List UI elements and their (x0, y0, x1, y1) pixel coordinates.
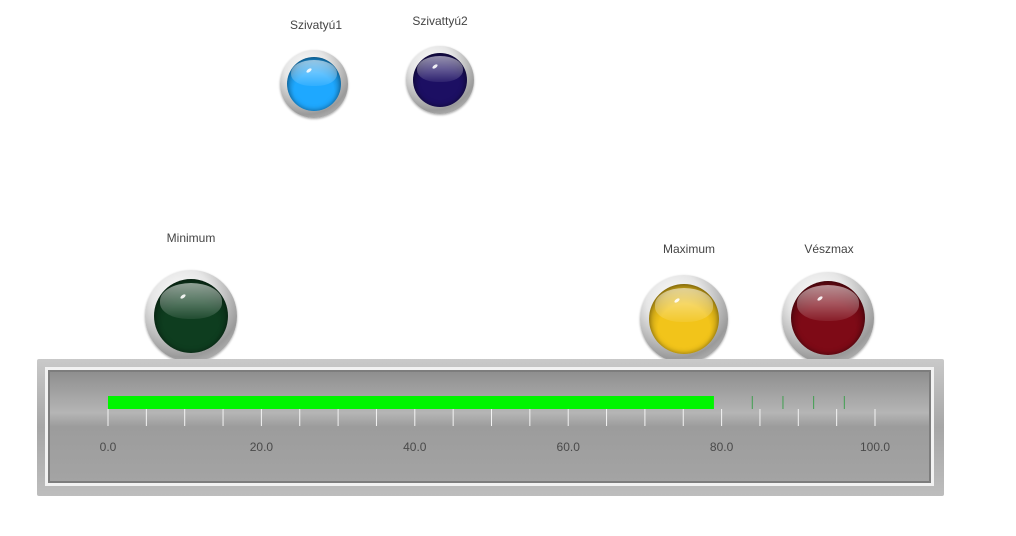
veszmax-indicator-icon (782, 272, 874, 364)
gauge-scale: 0.0 20.0 40.0 60.0 80.0 100.0 (100, 396, 890, 454)
maximum-label: Maximum (662, 242, 716, 256)
veszmax-label: Vészmax (804, 242, 854, 256)
tick-label: 0.0 (100, 440, 117, 454)
pump-2-label: Szivattyú2 (412, 14, 468, 28)
tick-label: 20.0 (250, 440, 274, 454)
tick-label: 60.0 (557, 440, 581, 454)
pump-1-label: Szivatyú1 (289, 18, 343, 32)
tick-label: 100.0 (860, 440, 890, 454)
level-bar (108, 396, 714, 409)
minimum-label: Minimum (166, 231, 216, 245)
level-gauge: 0.0 20.0 40.0 60.0 80.0 100.0 (37, 359, 944, 496)
pump-2-indicator-icon (406, 46, 474, 114)
pump-1-indicator-icon (280, 50, 348, 118)
minimum-indicator-icon (145, 270, 237, 362)
tick-label: 80.0 (710, 440, 734, 454)
tick-label: 40.0 (403, 440, 427, 454)
maximum-indicator-icon (640, 275, 728, 363)
